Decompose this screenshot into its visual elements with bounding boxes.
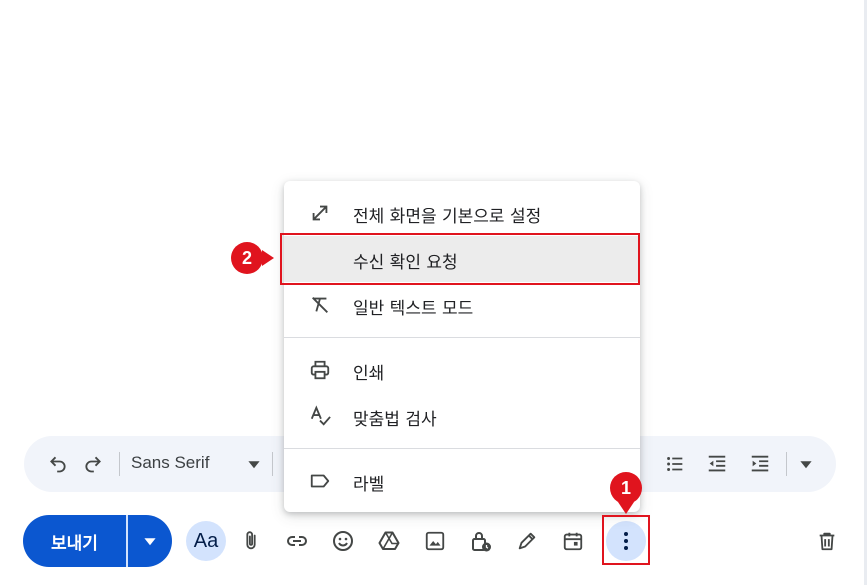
menu-item-label: 라벨	[353, 475, 385, 495]
discard-draft-icon[interactable]	[807, 521, 847, 561]
indent-less-icon[interactable]	[703, 450, 731, 478]
insert-photo-icon[interactable]	[415, 521, 455, 561]
attach-file-icon[interactable]	[231, 521, 271, 561]
badge-pointer	[262, 250, 274, 266]
menu-divider	[284, 337, 640, 338]
formatting-options-button[interactable]: Aa	[186, 521, 226, 561]
toolbar-divider	[272, 452, 273, 476]
expand-arrows-icon	[308, 201, 332, 225]
schedule-event-icon[interactable]	[553, 521, 593, 561]
toolbar-divider	[786, 452, 787, 476]
insert-link-icon[interactable]	[277, 521, 317, 561]
menu-item-label: 맞춤법 검사	[353, 410, 437, 430]
undo-icon[interactable]	[44, 450, 72, 478]
send-button[interactable]: 보내기	[23, 515, 126, 567]
menu-item-label: 전체 화면을 기본으로 설정	[353, 207, 542, 227]
redo-icon[interactable]	[79, 450, 107, 478]
step-badge-2: 2	[231, 242, 263, 274]
indent-more-icon[interactable]	[746, 450, 774, 478]
highlight-box-read-receipt	[280, 233, 640, 285]
menu-item-label: 일반 텍스트 모드	[353, 299, 474, 319]
menu-item-label-option[interactable]: 라벨	[284, 458, 640, 504]
badge-pointer	[618, 502, 634, 514]
more-options-menu: 전체 화면을 기본으로 설정 수신 확인 요청 일반 텍스트 모드 인쇄 맞춤법…	[284, 181, 640, 512]
signature-pen-icon[interactable]	[507, 521, 547, 561]
spellcheck-icon	[308, 404, 332, 428]
highlight-box-more-options	[602, 515, 650, 565]
label-icon	[308, 469, 332, 493]
google-drive-icon[interactable]	[369, 521, 409, 561]
toolbar-divider	[119, 452, 120, 476]
insert-emoji-icon[interactable]	[323, 521, 363, 561]
clear-format-icon	[308, 293, 332, 317]
menu-item-label: 인쇄	[353, 364, 385, 384]
font-family-select[interactable]: Sans Serif	[131, 453, 209, 473]
print-icon	[308, 358, 332, 382]
send-button-group: 보내기	[23, 515, 172, 567]
menu-item-default-fullscreen[interactable]: 전체 화면을 기본으로 설정	[284, 190, 640, 236]
bulleted-list-icon[interactable]	[661, 450, 689, 478]
confidential-mode-icon[interactable]	[461, 521, 501, 561]
chevron-down-icon[interactable]	[240, 450, 268, 478]
menu-item-print[interactable]: 인쇄	[284, 347, 640, 393]
chevron-down-icon	[144, 538, 156, 546]
menu-divider	[284, 448, 640, 449]
menu-item-spellcheck[interactable]: 맞춤법 검사	[284, 393, 640, 439]
menu-item-plain-text-mode[interactable]: 일반 텍스트 모드	[284, 282, 640, 328]
schedule-send-button[interactable]	[128, 515, 172, 567]
more-formatting-icon[interactable]	[792, 450, 820, 478]
step-badge-1: 1	[610, 472, 642, 504]
